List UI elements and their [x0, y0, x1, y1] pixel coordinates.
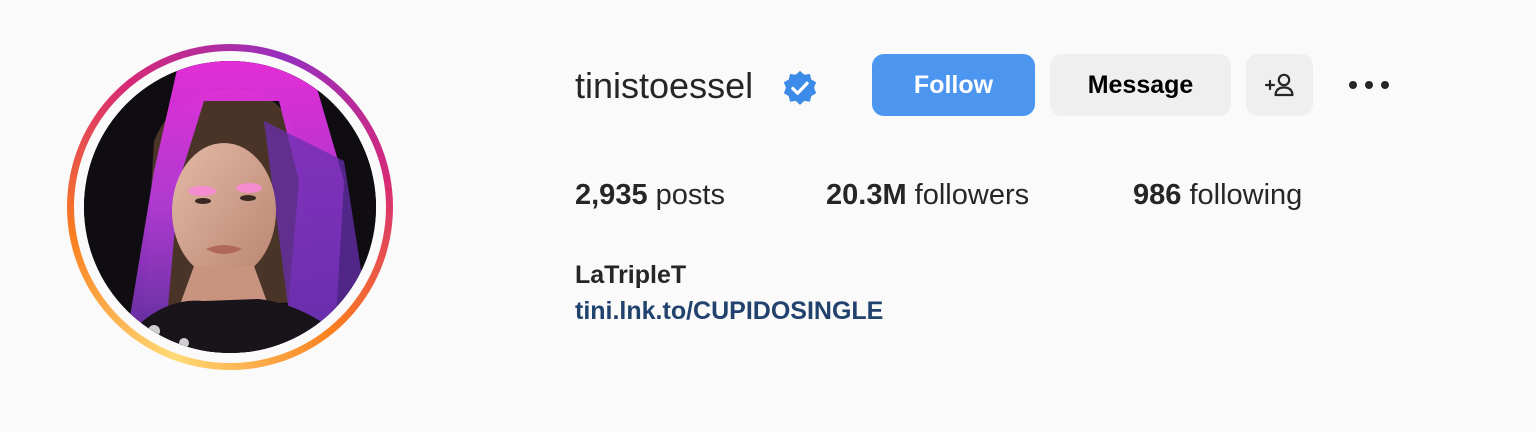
story-ring[interactable] [67, 44, 393, 370]
avatar-gap [74, 51, 386, 363]
followers-count: 20.3M [826, 179, 907, 211]
followers-label: followers [914, 179, 1030, 211]
following-label: following [1189, 179, 1303, 211]
message-button[interactable]: Message [1050, 54, 1231, 116]
avatar-image [84, 61, 376, 353]
username[interactable]: tinistoessel [575, 64, 753, 108]
followers-stat[interactable]: 20.3M followers [826, 177, 1029, 213]
following-count: 986 [1133, 179, 1182, 211]
more-options-button[interactable] [1344, 66, 1394, 104]
posts-stat: 2,935 posts [575, 177, 725, 213]
posts-count: 2,935 [575, 179, 648, 211]
add-person-icon [1264, 73, 1294, 97]
more-options-icon [1349, 81, 1389, 89]
verified-badge-icon [783, 70, 817, 105]
follow-button[interactable]: Follow [872, 54, 1035, 116]
bio-name: LaTripleT [575, 261, 687, 289]
following-stat[interactable]: 986 following [1133, 177, 1302, 213]
avatar[interactable] [84, 61, 376, 353]
bio-link[interactable]: tini.lnk.to/CUPIDOSINGLE [575, 296, 883, 326]
suggested-accounts-button[interactable] [1246, 54, 1313, 116]
posts-label: posts [655, 179, 725, 211]
